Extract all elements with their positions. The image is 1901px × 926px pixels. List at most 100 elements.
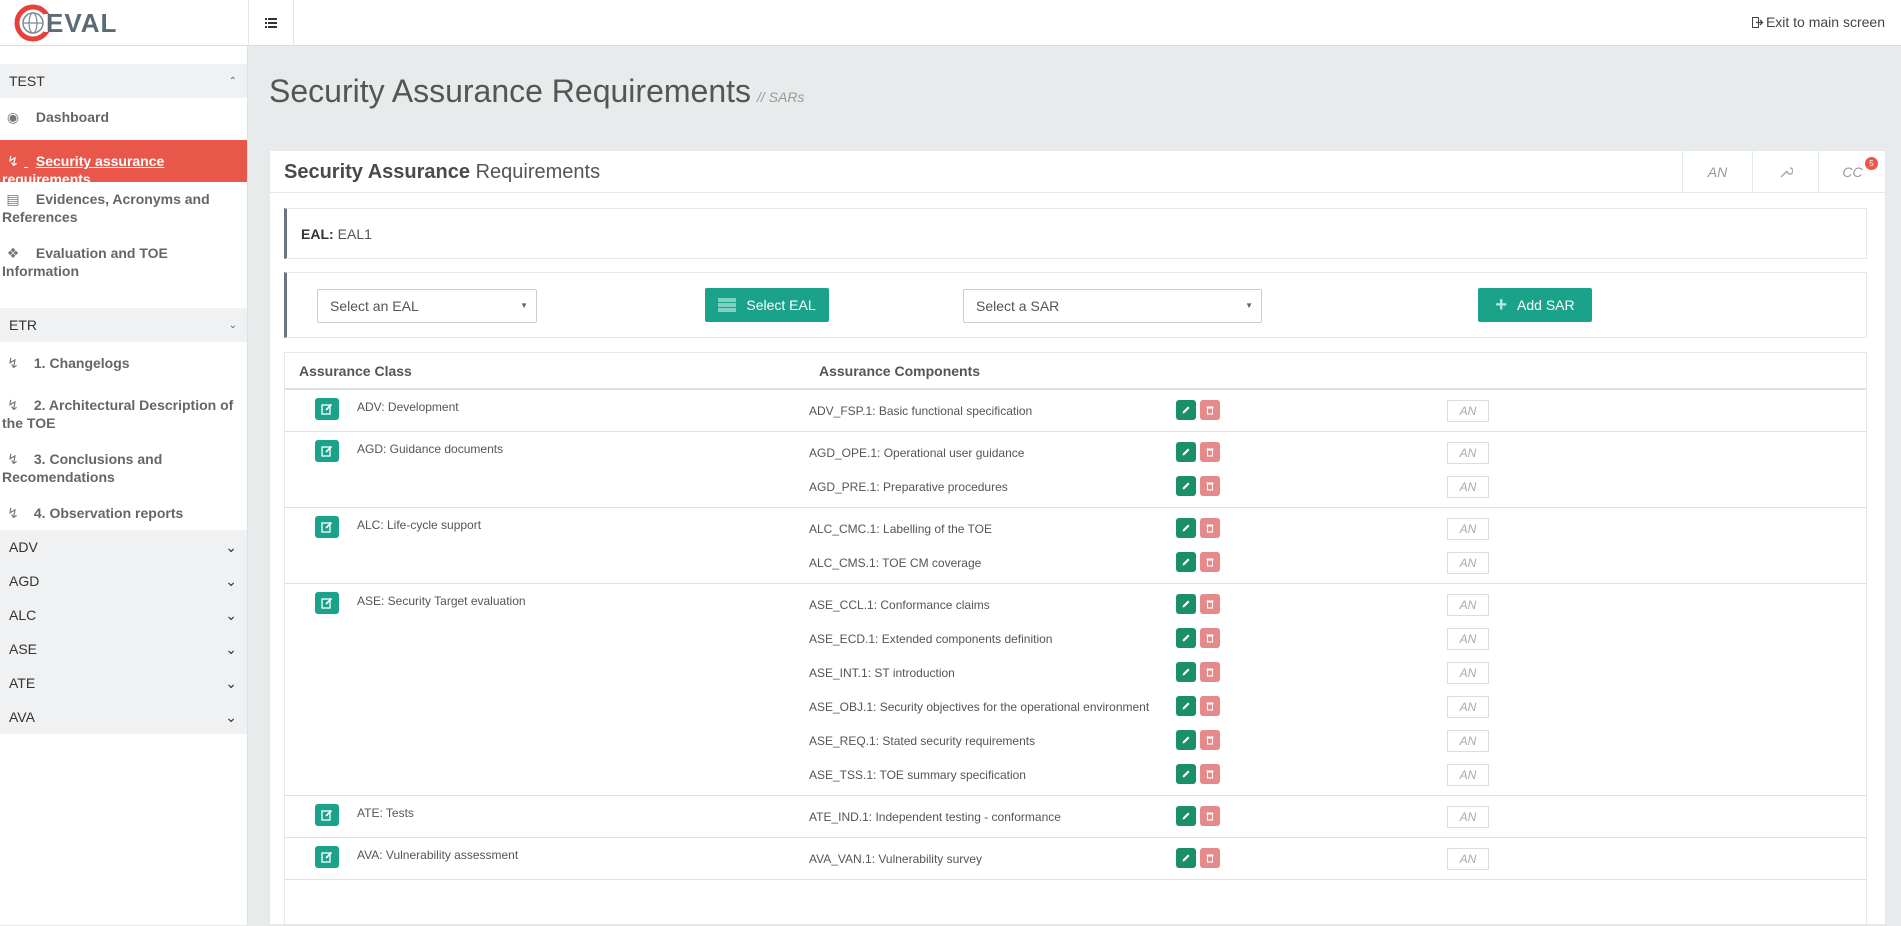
card-title-bold: Security Assurance	[284, 161, 471, 183]
component-label: ASE_TSS.1: TOE summary specification	[809, 768, 1026, 782]
sidebar-item-dashboard[interactable]: ◉ Dashboard	[0, 98, 247, 136]
bolt-icon: ↯	[7, 451, 19, 467]
edit-component-button[interactable]	[1176, 628, 1196, 648]
app-logo[interactable]: EVAL	[14, 4, 124, 42]
component-label: ALC_CMC.1: Labelling of the TOE	[809, 522, 992, 536]
delete-component-button[interactable]	[1200, 552, 1220, 572]
sidebar-item-conclusions[interactable]: ↯ 3. Conclusions and Recomendations	[0, 442, 247, 496]
chevron-down-icon: ⌄	[225, 674, 237, 691]
an-field[interactable]: AN	[1447, 594, 1489, 616]
trash-icon	[1206, 854, 1214, 863]
exit-main-screen-link[interactable]: Exit to main screen	[1751, 14, 1885, 30]
delete-component-button[interactable]	[1200, 730, 1220, 750]
group-label: ETR	[9, 317, 37, 333]
an-field[interactable]: AN	[1447, 400, 1489, 422]
sidebar-group-ava[interactable]: AVA ⌄	[0, 700, 247, 734]
an-field[interactable]: AN	[1447, 662, 1489, 684]
an-field[interactable]: AN	[1447, 552, 1489, 574]
trash-icon	[1206, 558, 1214, 567]
sidebar-group-test[interactable]: TEST ⌃	[0, 64, 247, 98]
an-field[interactable]: AN	[1447, 848, 1489, 870]
pencil-icon	[1182, 770, 1190, 778]
pencil-icon	[1182, 854, 1190, 862]
component-label: ADV_FSP.1: Basic functional specificatio…	[809, 404, 1033, 418]
delete-component-button[interactable]	[1200, 442, 1220, 462]
sidebar-item-evidences[interactable]: ▤ Evidences, Acronyms and References	[0, 182, 247, 236]
an-field[interactable]: AN	[1447, 730, 1489, 752]
select-eal-button[interactable]: Select EAL	[705, 288, 829, 322]
delete-component-button[interactable]	[1200, 848, 1220, 868]
component-row: ALC_CMS.1: TOE CM coverage AN	[285, 546, 1866, 580]
delete-component-button[interactable]	[1200, 518, 1220, 538]
an-field[interactable]: AN	[1447, 764, 1489, 786]
sidebar-item-security-assurance[interactable]: ↯ Security assurance requirements	[0, 140, 247, 187]
bolt-icon: ↯	[7, 505, 19, 521]
an-field[interactable]: AN	[1447, 442, 1489, 464]
delete-component-button[interactable]	[1200, 400, 1220, 420]
edit-component-button[interactable]	[1176, 696, 1196, 716]
sidebar-item-label: 2. Architectural Description of the TOE	[2, 397, 234, 431]
edit-component-button[interactable]	[1176, 764, 1196, 784]
delete-component-button[interactable]	[1200, 476, 1220, 496]
tab-cc-label: CC	[1842, 164, 1863, 180]
sidebar-item-evaluation-info[interactable]: ❖ Evaluation and TOE Information	[0, 236, 247, 279]
plus-icon: +	[1495, 293, 1508, 316]
delete-component-button[interactable]	[1200, 696, 1220, 716]
an-field[interactable]: AN	[1447, 476, 1489, 498]
chevron-down-icon: ⌄	[225, 572, 237, 589]
edit-component-button[interactable]	[1176, 806, 1196, 826]
sidebar-item-observation[interactable]: ↯ 4. Observation reports	[0, 496, 247, 530]
an-field[interactable]: AN	[1447, 696, 1489, 718]
add-sar-label: Add SAR	[1517, 297, 1575, 313]
tab-cc[interactable]: CC 5	[1818, 151, 1886, 193]
book-icon: ▤	[6, 191, 20, 207]
edit-component-button[interactable]	[1176, 442, 1196, 462]
sidebar-item-architectural[interactable]: ↯ 2. Architectural Description of the TO…	[0, 384, 240, 442]
add-sar-button[interactable]: + Add SAR	[1478, 288, 1592, 322]
tab-an[interactable]: AN	[1682, 151, 1752, 193]
page-title: Security Assurance Requirements // SARs	[269, 73, 804, 110]
edit-component-button[interactable]	[1176, 662, 1196, 682]
edit-component-button[interactable]	[1176, 518, 1196, 538]
sidebar-item-label: 3. Conclusions and Recomendations	[2, 451, 163, 485]
trash-icon	[1206, 482, 1214, 491]
sidebar-item-changelogs[interactable]: ↯ 1. Changelogs	[0, 342, 247, 384]
sidebar-group-ase[interactable]: ASE ⌄	[0, 632, 247, 666]
component-row: AGD_OPE.1: Operational user guidance AN	[285, 436, 1866, 470]
sidebar-group-alc[interactable]: ALC ⌄	[0, 598, 247, 632]
edit-component-button[interactable]	[1176, 594, 1196, 614]
info-icon: ❖	[6, 245, 20, 261]
sidebar-item-label: Evaluation and TOE Information	[2, 245, 168, 279]
edit-component-button[interactable]	[1176, 552, 1196, 572]
sidebar-item-label: Evidences, Acronyms and References	[2, 191, 210, 225]
pencil-icon	[1182, 736, 1190, 744]
menu-toggle-button[interactable]	[248, 0, 294, 46]
delete-component-button[interactable]	[1200, 764, 1220, 784]
sidebar-group-adv[interactable]: ADV ⌄	[0, 530, 247, 564]
an-field[interactable]: AN	[1447, 628, 1489, 650]
chevron-down-icon: ⌄	[225, 640, 237, 657]
component-label: ALC_CMS.1: TOE CM coverage	[809, 556, 982, 570]
sar-select[interactable]: Select a SAR ▼	[963, 289, 1262, 323]
eal-select[interactable]: Select an EAL ▼	[317, 289, 537, 323]
edit-component-button[interactable]	[1176, 400, 1196, 420]
delete-component-button[interactable]	[1200, 594, 1220, 614]
list-icon	[265, 18, 277, 28]
pencil-icon	[1182, 524, 1190, 532]
group-label: ALC	[9, 607, 37, 623]
delete-component-button[interactable]	[1200, 662, 1220, 682]
edit-component-button[interactable]	[1176, 730, 1196, 750]
sidebar-group-ate[interactable]: ATE ⌄	[0, 666, 247, 700]
sidebar-group-etr[interactable]: ETR ⌄	[0, 308, 247, 342]
an-field[interactable]: AN	[1447, 518, 1489, 540]
delete-component-button[interactable]	[1200, 806, 1220, 826]
chevron-down-icon: ⌄	[228, 319, 237, 331]
sidebar-group-agd[interactable]: AGD ⌄	[0, 564, 247, 598]
trash-icon	[1206, 634, 1214, 643]
edit-component-button[interactable]	[1176, 476, 1196, 496]
tab-wrench[interactable]	[1752, 151, 1818, 193]
delete-component-button[interactable]	[1200, 628, 1220, 648]
logo-text: EVAL	[46, 7, 118, 38]
edit-component-button[interactable]	[1176, 848, 1196, 868]
an-field[interactable]: AN	[1447, 806, 1489, 828]
